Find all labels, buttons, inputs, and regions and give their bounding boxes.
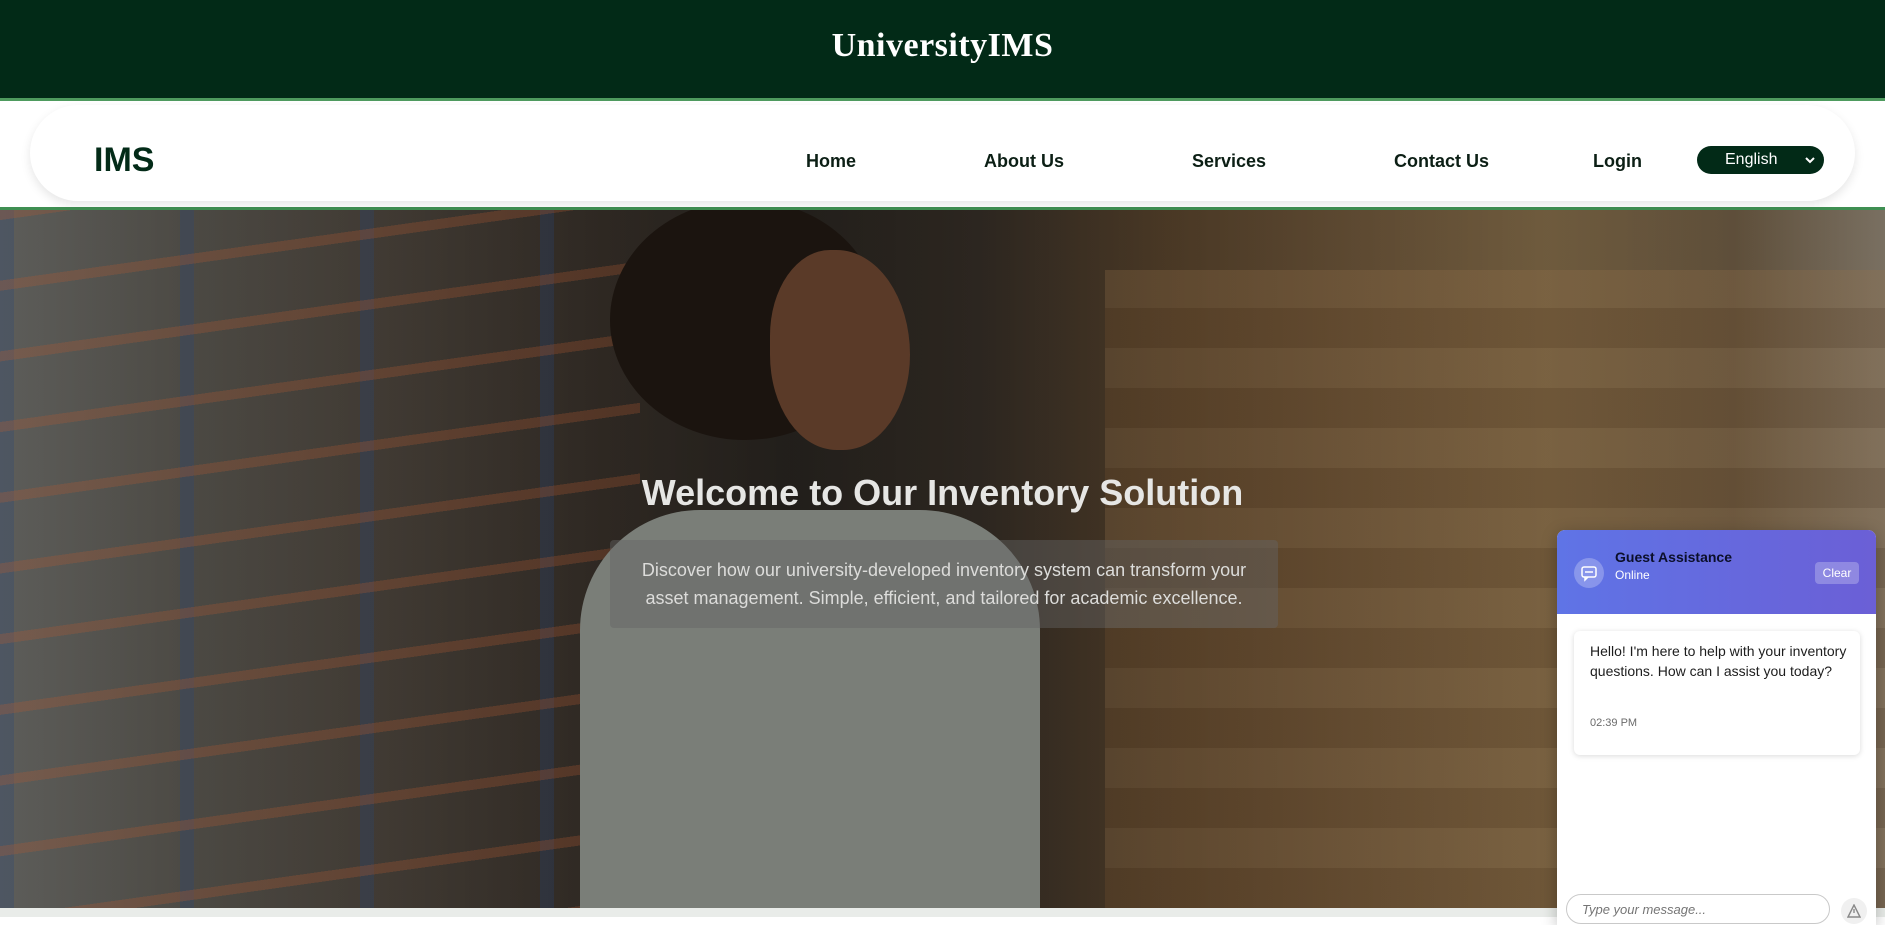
nav-bar: IMS Home About Us Services Contact Us Lo… bbox=[30, 105, 1855, 201]
chat-message-text: Hello! I'm here to help with your invent… bbox=[1590, 643, 1847, 679]
send-icon[interactable] bbox=[1841, 898, 1867, 924]
chat-widget: Guest Assistance Online Clear Hello! I'm… bbox=[1557, 530, 1876, 925]
chat-message-time: 02:39 PM bbox=[1590, 717, 1638, 729]
chat-clear-button[interactable]: Clear bbox=[1815, 562, 1859, 584]
hero-subtitle: Discover how our university-developed in… bbox=[641, 560, 1247, 608]
site-brand: UniversityIMS bbox=[831, 27, 1054, 64]
hero-background-shelves bbox=[0, 210, 640, 908]
language-select-value: English bbox=[1725, 151, 1778, 168]
nav-link-services[interactable]: Services bbox=[1192, 151, 1266, 172]
chat-status: Online bbox=[1615, 568, 1650, 582]
nav-logo[interactable]: IMS bbox=[94, 141, 154, 180]
chat-header: Guest Assistance Online Clear bbox=[1557, 530, 1876, 614]
nav-link-about-us[interactable]: About Us bbox=[984, 151, 1064, 172]
top-banner: UniversityIMS bbox=[0, 0, 1885, 98]
chevron-down-icon bbox=[1805, 157, 1815, 164]
nav-link-home[interactable]: Home bbox=[806, 151, 856, 172]
hero-title: Welcome to Our Inventory Solution bbox=[641, 472, 1244, 513]
language-select[interactable]: English bbox=[1697, 146, 1824, 174]
chat-title: Guest Assistance bbox=[1615, 549, 1732, 565]
nav-link-login[interactable]: Login bbox=[1593, 151, 1642, 172]
chat-message-input[interactable] bbox=[1566, 894, 1830, 924]
hero-subtitle-box: Discover how our university-developed in… bbox=[610, 540, 1278, 628]
chat-message: Hello! I'm here to help with your invent… bbox=[1574, 631, 1860, 755]
chat-bubble-icon bbox=[1574, 558, 1604, 588]
nav-link-contact-us[interactable]: Contact Us bbox=[1394, 151, 1489, 172]
main-navigation: IMS Home About Us Services Contact Us Lo… bbox=[0, 98, 1885, 210]
